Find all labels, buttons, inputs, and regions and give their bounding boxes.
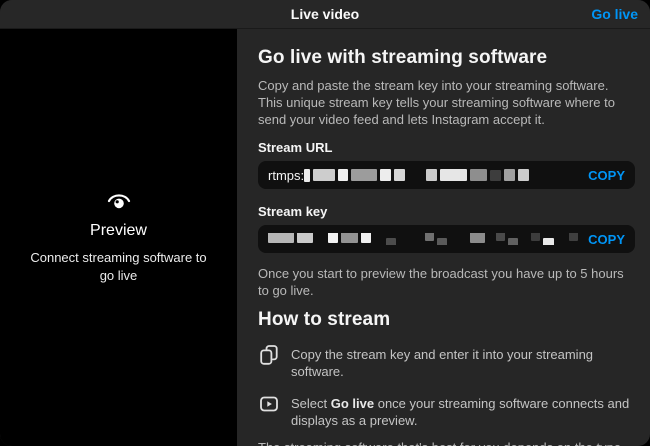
copy-icon — [259, 344, 279, 366]
redacted-block — [297, 233, 313, 243]
redacted-block — [490, 170, 501, 181]
redaction-gap — [488, 239, 493, 240]
redacted-block — [508, 238, 518, 245]
redaction-gap — [316, 239, 325, 240]
redacted-block — [304, 169, 310, 182]
redacted-block — [313, 169, 335, 181]
redacted-block — [338, 169, 348, 181]
video-play-icon — [259, 393, 279, 415]
redacted-block — [328, 233, 338, 243]
redacted-block — [543, 238, 554, 246]
stream-key-redacted-value — [268, 233, 580, 245]
stream-url-redacted-value — [304, 169, 580, 182]
redaction-gap — [399, 239, 422, 240]
redacted-block — [351, 169, 377, 181]
modal-header: Live video Go live — [0, 0, 650, 29]
step-copy-key-text: Copy the stream key and enter it into yo… — [291, 344, 635, 380]
step-copy-key: Copy the stream key and enter it into yo… — [258, 344, 635, 380]
redaction-gap — [521, 239, 528, 240]
redaction-gap — [374, 239, 383, 240]
copy-stream-url-button[interactable]: COPY — [588, 168, 625, 183]
stream-key-field[interactable]: COPY — [258, 225, 635, 253]
redacted-block — [380, 169, 391, 181]
preview-time-note: Once you start to preview the broadcast … — [258, 265, 635, 299]
software-choice-note: The streaming software that's best for y… — [258, 439, 635, 446]
stream-url-label: Stream URL — [258, 140, 635, 155]
redacted-block — [470, 169, 487, 181]
go-live-button[interactable]: Go live — [591, 6, 638, 22]
live-video-modal: Live video Go live Preview Connect strea… — [0, 0, 650, 446]
step-go-live-bold: Go live — [331, 396, 374, 411]
stream-description: Copy and paste the stream key into your … — [258, 77, 635, 128]
step-go-live-text: Select Go live once your streaming softw… — [291, 393, 635, 429]
step-go-live: Select Go live once your streaming softw… — [258, 393, 635, 429]
modal-body: Preview Connect streaming software to go… — [0, 29, 650, 446]
redaction-gap — [557, 239, 566, 240]
go-live-heading: Go live with streaming software — [258, 47, 635, 69]
redacted-block — [569, 233, 578, 241]
stream-key-label: Stream key — [258, 204, 635, 219]
redacted-block — [341, 233, 358, 243]
redacted-block — [496, 233, 505, 241]
redacted-block — [440, 169, 467, 181]
step-go-live-prefix: Select — [291, 396, 331, 411]
stream-setup-panel: Go live with streaming software Copy and… — [237, 29, 650, 446]
stream-url-field[interactable]: rtmps: COPY — [258, 161, 635, 189]
redacted-block — [425, 233, 434, 241]
redaction-gap — [408, 175, 423, 176]
redacted-block — [361, 233, 371, 243]
preview-subtitle: Connect streaming software to go live — [24, 249, 214, 284]
redaction-gap — [450, 239, 467, 240]
redacted-block — [470, 233, 485, 243]
copy-stream-key-button[interactable]: COPY — [588, 232, 625, 247]
redacted-block — [531, 233, 540, 241]
redacted-block — [504, 169, 515, 181]
preview-panel: Preview Connect streaming software to go… — [0, 29, 237, 446]
redacted-block — [268, 233, 294, 243]
stream-url-prefix: rtmps: — [268, 168, 304, 183]
redacted-block — [518, 169, 529, 181]
modal-title: Live video — [0, 6, 650, 22]
redacted-block — [394, 169, 405, 181]
redacted-block — [426, 169, 437, 181]
eye-icon — [106, 190, 132, 212]
preview-title: Preview — [90, 222, 147, 240]
redacted-block — [437, 238, 447, 245]
redacted-block — [386, 238, 396, 245]
how-to-stream-heading: How to stream — [258, 309, 635, 331]
